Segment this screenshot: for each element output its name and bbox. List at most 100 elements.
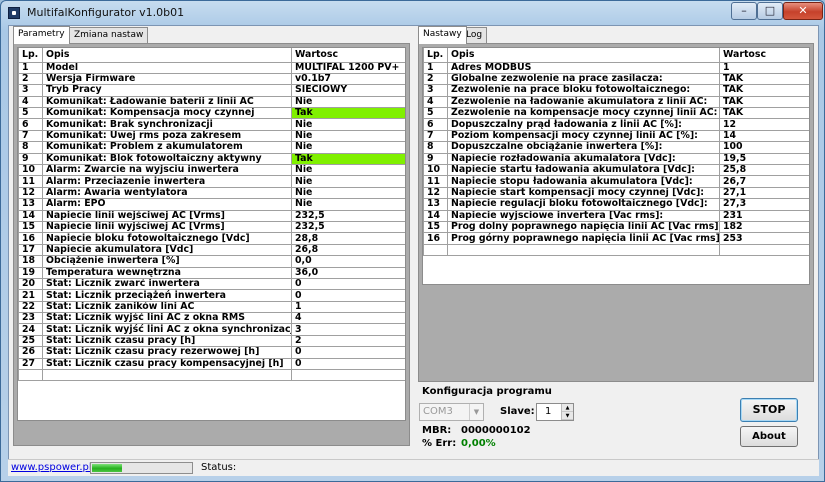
table-row[interactable]: 15 Prog dolny poprawnego napięcia linii A… bbox=[423, 220, 809, 234]
table-row[interactable]: 14 Napiecie linii wejściwej AC [Vrms] 232,… bbox=[18, 209, 405, 222]
cell-opis: Stat: Licznik czasu pracy [h] bbox=[42, 334, 292, 348]
cell-lp: 4 bbox=[18, 95, 43, 109]
tab-parametry[interactable]: Parametry bbox=[13, 26, 70, 44]
cell-empty bbox=[42, 369, 292, 382]
left-tab-strip: Parametry Zmiana nastaw bbox=[13, 26, 313, 44]
column-header-lp[interactable]: Lp. bbox=[18, 48, 43, 63]
table-row[interactable]: 11 Alarm: Przeciazenie inwertera Nie bbox=[18, 175, 405, 188]
cell-wartosc: 3 bbox=[291, 323, 405, 336]
table-row[interactable]: 22 Stat: Licznik zaników lini AC 1 bbox=[18, 300, 405, 314]
cell-empty bbox=[719, 243, 809, 257]
nastawy-grid[interactable]: Lp. Opis Wartosc 1 Adres MODBUS 1 2 Globalne… bbox=[422, 47, 810, 285]
table-row[interactable]: 11 Napiecie stopu ładowania akumulatora [… bbox=[423, 175, 809, 188]
table-row[interactable]: 2 Globalne zezwolenie na prace zasilacza:… bbox=[423, 72, 809, 86]
table-row[interactable]: 8 Dopuszczalne obciążanie inwertera [%]: 1… bbox=[423, 141, 809, 154]
cell-wartosc: v0.1b7 bbox=[291, 72, 405, 86]
about-button[interactable]: About bbox=[740, 426, 798, 447]
table-row[interactable]: 3 Tryb Pracy SIECIOWY bbox=[18, 84, 405, 97]
table-row[interactable]: 5 Komunikat: Kompensacja mocy czynnej Tak bbox=[18, 107, 405, 120]
title-bar[interactable]: MultifalKonfigurator v1.0b01 – □ ✕ bbox=[1, 1, 824, 25]
cell-wartosc: 0 bbox=[291, 289, 405, 302]
cell-lp: 3 bbox=[423, 84, 448, 97]
table-row[interactable]: 25 Stat: Licznik czasu pracy [h] 2 bbox=[18, 334, 405, 348]
table-row[interactable]: 7 Poziom kompensacji mocy czynnej linii A… bbox=[423, 129, 809, 143]
cell-opis: Stat: Licznik zwarć inwertera bbox=[42, 277, 292, 291]
stepper-down-icon[interactable]: ▼ bbox=[562, 412, 573, 420]
cell-wartosc: 1 bbox=[719, 61, 809, 74]
table-row[interactable]: 18 Obciążenie inwertera [%] 0,0 bbox=[18, 255, 405, 268]
table-row[interactable]: 16 Prog górny poprawnego napięcia linii A… bbox=[423, 232, 809, 245]
table-row[interactable]: 12 Napiecie start kompensacji mocy czynne… bbox=[423, 186, 809, 200]
cell-lp: 11 bbox=[18, 175, 43, 188]
table-row[interactable]: 1 Adres MODBUS 1 bbox=[423, 61, 809, 74]
cell-lp: 10 bbox=[18, 163, 43, 177]
table-row[interactable]: 6 Komunikat: Brak synchronizacji Nie bbox=[18, 118, 405, 131]
table-row[interactable]: 5 Zezwolenie na kompensacje mocy czynnej … bbox=[423, 107, 809, 120]
cell-wartosc: 2 bbox=[291, 334, 405, 348]
cell-opis: Alarm: EPO bbox=[42, 198, 292, 211]
table-row[interactable]: 3 Zezwolenie na prace bloku fotowoltaiczn… bbox=[423, 84, 809, 97]
table-row[interactable]: 16 Napiecie bloku fotowoltaicznego [Vdc] 2… bbox=[18, 232, 405, 245]
table-row[interactable]: 17 Napiecie akumulatora [Vdc] 26,8 bbox=[18, 243, 405, 257]
tab-nastawy[interactable]: Nastawy bbox=[418, 26, 467, 44]
cell-wartosc: 25,8 bbox=[719, 163, 809, 177]
stop-button[interactable]: STOP bbox=[740, 398, 798, 422]
table-row[interactable]: 21 Stat: Licznik przeciążeń inwertera 0 bbox=[18, 289, 405, 302]
table-empty-row[interactable] bbox=[18, 369, 405, 382]
table-row[interactable]: 1 Model MULTIFAL 1200 PV+ bbox=[18, 61, 405, 74]
table-row[interactable]: 2 Wersja Firmware v0.1b7 bbox=[18, 72, 405, 86]
table-row[interactable]: 10 Napiecie startu ładowania akumulatora … bbox=[423, 163, 809, 177]
table-row[interactable]: 4 Komunikat: Ładowanie baterii z linii AC… bbox=[18, 95, 405, 109]
cell-opis: Komunikat: Blok fotowoltaiczny aktywny bbox=[42, 152, 292, 166]
table-row[interactable]: 14 Napiecie wyjsciowe invertera [Vac rms]… bbox=[423, 209, 809, 222]
mbr-value: 0000000102 bbox=[461, 425, 531, 436]
website-link[interactable]: www.pspower.pl bbox=[11, 462, 92, 473]
column-header-opis[interactable]: Opis bbox=[447, 48, 720, 63]
slave-label: Slave: bbox=[500, 406, 535, 417]
table-empty-row[interactable] bbox=[423, 243, 809, 257]
cell-lp: 11 bbox=[423, 175, 448, 188]
column-header-opis[interactable]: Opis bbox=[42, 48, 292, 63]
table-row[interactable]: 6 Dopuszczalny prąd ładowania z linii AC … bbox=[423, 118, 809, 131]
table-row[interactable]: 23 Stat: Licznik wyjść lini AC z okna RMS… bbox=[18, 312, 405, 325]
cell-wartosc: 26,8 bbox=[291, 243, 405, 257]
cell-lp: 5 bbox=[423, 107, 448, 120]
parametry-grid[interactable]: Lp. Opis Wartosc 1 Model MULTIFAL 1200 PV+… bbox=[17, 47, 406, 421]
cell-opis: Alarm: Przeciazenie inwertera bbox=[42, 175, 292, 188]
cell-wartosc: Nie bbox=[291, 186, 405, 200]
table-row[interactable]: 15 Napiecie linii wyjściwej AC [Vrms] 232,… bbox=[18, 220, 405, 234]
column-header-lp[interactable]: Lp. bbox=[423, 48, 448, 63]
cell-opis: Stat: Licznik czasu pracy rezerwowej [h] bbox=[42, 346, 292, 359]
table-row[interactable]: 26 Stat: Licznik czasu pracy rezerwowej [… bbox=[18, 346, 405, 359]
cell-wartosc: 27,3 bbox=[719, 198, 809, 211]
table-row[interactable]: 10 Alarm: Zwarcie na wyjsciu inwertera Nie bbox=[18, 163, 405, 177]
table-row[interactable]: 9 Napiecie rozładowania akumalatora [Vdc]… bbox=[423, 152, 809, 166]
tab-zmiana-nastaw[interactable]: Zmiana nastaw bbox=[69, 27, 149, 44]
close-button[interactable]: ✕ bbox=[783, 2, 823, 20]
column-header-wartosc[interactable]: Wartosc bbox=[719, 48, 809, 63]
stepper-up-icon[interactable]: ▲ bbox=[562, 404, 573, 412]
maximize-button[interactable]: □ bbox=[757, 2, 783, 20]
chevron-down-icon[interactable]: ▼ bbox=[469, 404, 483, 420]
table-row[interactable]: 7 Komunikat: Uwej rms poza zakresem Nie bbox=[18, 129, 405, 143]
table-row[interactable]: 19 Temperatura wewnętrzna 36,0 bbox=[18, 266, 405, 279]
table-row[interactable]: 24 Stat: Licznik wyjść lini AC z okna syn… bbox=[18, 323, 405, 336]
column-header-wartosc[interactable]: Wartosc bbox=[291, 48, 405, 63]
slave-stepper[interactable]: 1 ▲ ▼ bbox=[536, 403, 574, 421]
table-row[interactable]: 4 Zezwolenie na ładowanie akumulatora z l… bbox=[423, 95, 809, 109]
cell-lp: 15 bbox=[423, 220, 448, 234]
cell-wartosc: 231 bbox=[719, 209, 809, 222]
table-row[interactable]: 12 Alarm: Awaria wentylatora Nie bbox=[18, 186, 405, 200]
cell-wartosc: 14 bbox=[719, 129, 809, 143]
table-row[interactable]: 9 Komunikat: Blok fotowoltaiczny aktywny T… bbox=[18, 152, 405, 166]
port-select[interactable]: COM3 ▼ bbox=[419, 403, 484, 421]
table-row[interactable]: 27 Stat: Licznik czasu pracy kompensacyjn… bbox=[18, 357, 405, 371]
table-row[interactable]: 13 Alarm: EPO Nie bbox=[18, 198, 405, 211]
table-row[interactable]: 13 Napiecie regulacji bloku fotowoltaiczn… bbox=[423, 198, 809, 211]
cell-opis: Napiecie linii wejściwej AC [Vrms] bbox=[42, 209, 292, 222]
cell-lp: 19 bbox=[18, 266, 43, 279]
cell-wartosc: MULTIFAL 1200 PV+ bbox=[291, 61, 405, 74]
table-row[interactable]: 8 Komunikat: Problem z akumulatorem Nie bbox=[18, 141, 405, 154]
table-row[interactable]: 20 Stat: Licznik zwarć inwertera 0 bbox=[18, 277, 405, 291]
minimize-button[interactable]: – bbox=[731, 2, 757, 20]
